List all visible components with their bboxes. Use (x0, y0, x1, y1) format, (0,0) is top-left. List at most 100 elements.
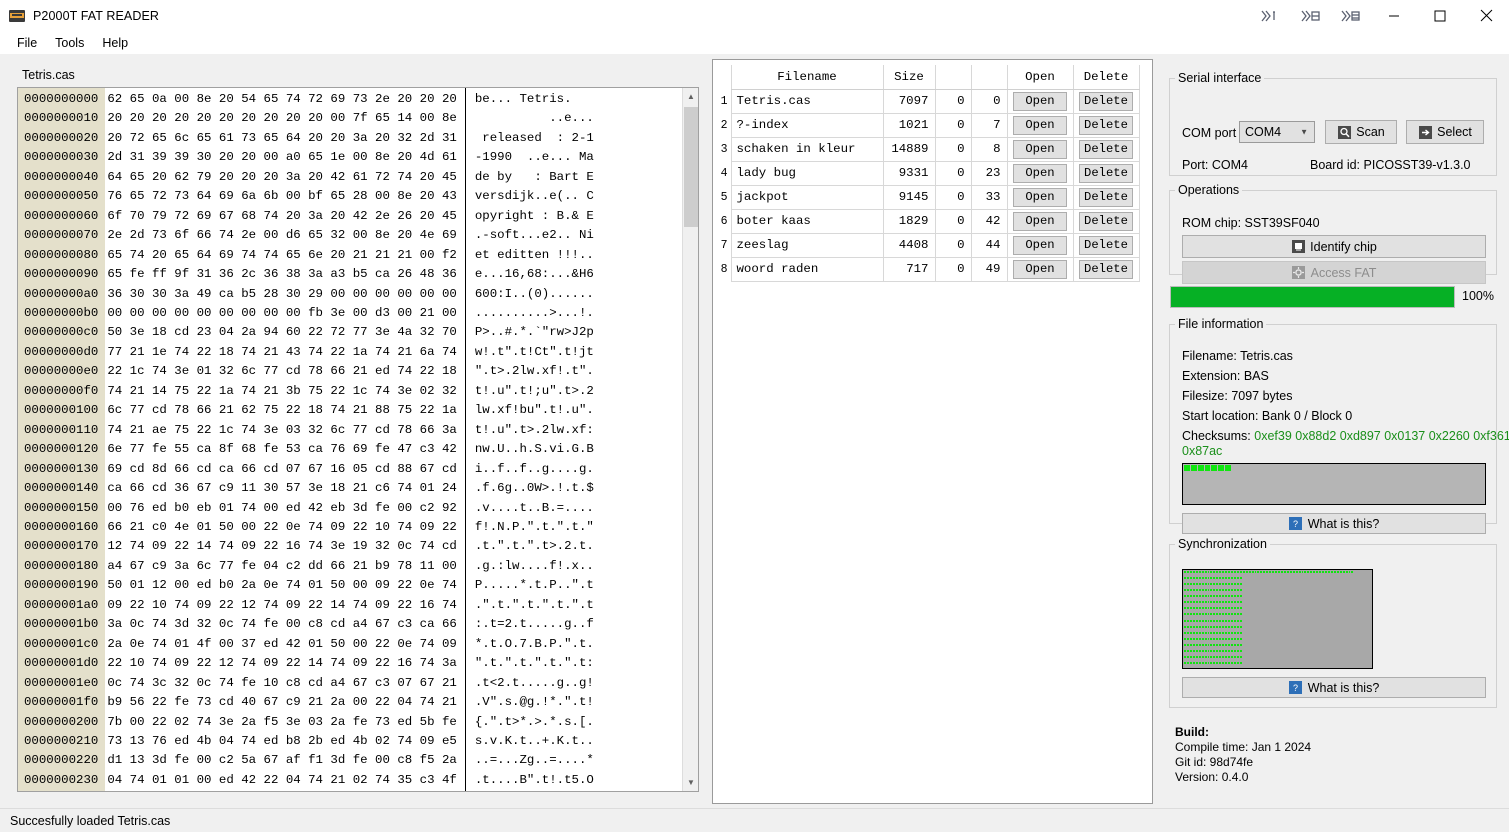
sync-cell (1283, 580, 1286, 583)
sync-cell (1354, 637, 1357, 640)
block-cell (1464, 471, 1471, 477)
sync-cell (1269, 574, 1272, 577)
sync-cell (1213, 640, 1216, 643)
scroll-up-icon[interactable]: ▲ (683, 88, 698, 105)
sync-cell (1239, 646, 1242, 649)
sync-cell (1260, 577, 1263, 580)
sync-cell (1189, 649, 1192, 652)
sync-cell (1298, 589, 1301, 592)
sync-cell (1322, 628, 1324, 631)
display-3-icon[interactable] (1331, 0, 1371, 31)
sync-cell (1189, 625, 1192, 628)
block-cell (1457, 471, 1464, 477)
sync-cell (1283, 643, 1286, 646)
hex-scrollbar[interactable]: ▲ ▼ (682, 88, 698, 791)
sync-cell (1184, 640, 1186, 643)
open-button[interactable]: Open (1013, 115, 1067, 135)
sync-cell (1239, 658, 1242, 661)
sync-cell (1275, 577, 1277, 580)
sync-cell (1283, 628, 1286, 631)
sync-cell (1192, 616, 1195, 619)
block-cell (1471, 465, 1478, 471)
minimize-icon[interactable] (1371, 0, 1417, 31)
sync-cell (1275, 625, 1277, 628)
hex-offset: 0000000040 (24, 169, 99, 184)
access-fat-button[interactable]: Access FAT (1182, 261, 1486, 284)
select-button[interactable]: Select (1406, 120, 1484, 144)
sync-cell (1201, 571, 1204, 574)
delete-button[interactable]: Delete (1079, 259, 1133, 279)
menu-item-help[interactable]: Help (93, 34, 137, 52)
sync-cell (1351, 619, 1354, 622)
sync-cell (1207, 628, 1210, 631)
sync-cell (1366, 625, 1369, 628)
sync-cell (1207, 595, 1210, 598)
sync-cell (1219, 631, 1222, 634)
title-bar: P2000T FAT READER (0, 0, 1509, 31)
menu-item-file[interactable]: File (8, 34, 46, 52)
open-button[interactable]: Open (1013, 211, 1067, 231)
sync-cell (1307, 640, 1310, 643)
sync-cell (1272, 652, 1275, 655)
scan-button[interactable]: Scan (1325, 120, 1397, 144)
row-filename: zeeslag (730, 232, 884, 258)
sync-cell (1357, 634, 1360, 637)
block-cell (1396, 491, 1402, 497)
sync-cell (1219, 643, 1222, 646)
sync-cell (1327, 580, 1330, 583)
sync-cell (1316, 583, 1319, 586)
open-button[interactable]: Open (1013, 259, 1067, 279)
sync-cell (1327, 628, 1330, 631)
sync-cell (1342, 652, 1345, 655)
delete-button[interactable]: Delete (1079, 211, 1133, 231)
com-port-label: COM port (1182, 126, 1237, 140)
sync-cell (1357, 619, 1360, 622)
display-2-icon[interactable] (1291, 0, 1331, 31)
sync-cell (1333, 631, 1336, 634)
what-is-this-button-blocks[interactable]: ? What is this? (1182, 513, 1486, 534)
sync-cell (1280, 652, 1283, 655)
sync-cell (1269, 580, 1272, 583)
block-cell (1478, 497, 1484, 503)
sync-cell (1348, 577, 1351, 580)
sync-cell (1254, 643, 1257, 646)
sync-cell (1292, 574, 1295, 577)
sync-cell (1327, 646, 1330, 649)
hex-bytes: 36 30 30 3a 49 ca b5 28 30 29 00 00 00 0… (107, 286, 457, 301)
delete-button[interactable]: Delete (1079, 139, 1133, 159)
sync-cell (1198, 652, 1201, 655)
table-header-row: Filename Size Open Delete (715, 65, 1140, 90)
open-button[interactable]: Open (1013, 139, 1067, 159)
sync-cell (1295, 661, 1298, 664)
block-cell (1396, 478, 1402, 484)
com-port-select[interactable]: COM4 ▼ (1239, 121, 1315, 143)
open-button[interactable]: Open (1013, 91, 1067, 111)
scroll-down-icon[interactable]: ▼ (683, 774, 698, 791)
sync-cell (1351, 595, 1354, 598)
sync-cell (1360, 583, 1363, 586)
close-icon[interactable] (1463, 0, 1509, 31)
sync-cell (1251, 610, 1254, 613)
open-button[interactable]: Open (1013, 163, 1067, 183)
maximize-icon[interactable] (1417, 0, 1463, 31)
open-button[interactable]: Open (1013, 187, 1067, 207)
delete-button[interactable]: Delete (1079, 115, 1133, 135)
delete-button[interactable]: Delete (1079, 235, 1133, 255)
what-is-this-button-sync[interactable]: ? What is this? (1182, 677, 1486, 698)
delete-button[interactable]: Delete (1079, 163, 1133, 183)
sync-cell (1216, 625, 1219, 628)
display-1-icon[interactable] (1251, 0, 1291, 31)
menu-item-tools[interactable]: Tools (46, 34, 93, 52)
sync-cell (1292, 616, 1295, 619)
scrollbar-thumb[interactable] (684, 107, 698, 227)
sync-cell (1351, 592, 1354, 595)
sync-cell (1207, 589, 1210, 592)
delete-button[interactable]: Delete (1079, 91, 1133, 111)
sync-cell (1319, 634, 1322, 637)
sync-cell (1336, 634, 1339, 637)
block-cell (1307, 497, 1313, 503)
delete-button[interactable]: Delete (1079, 187, 1133, 207)
identify-chip-button[interactable]: Identify chip (1182, 235, 1486, 258)
open-button[interactable]: Open (1013, 235, 1067, 255)
sync-cell (1278, 616, 1280, 619)
